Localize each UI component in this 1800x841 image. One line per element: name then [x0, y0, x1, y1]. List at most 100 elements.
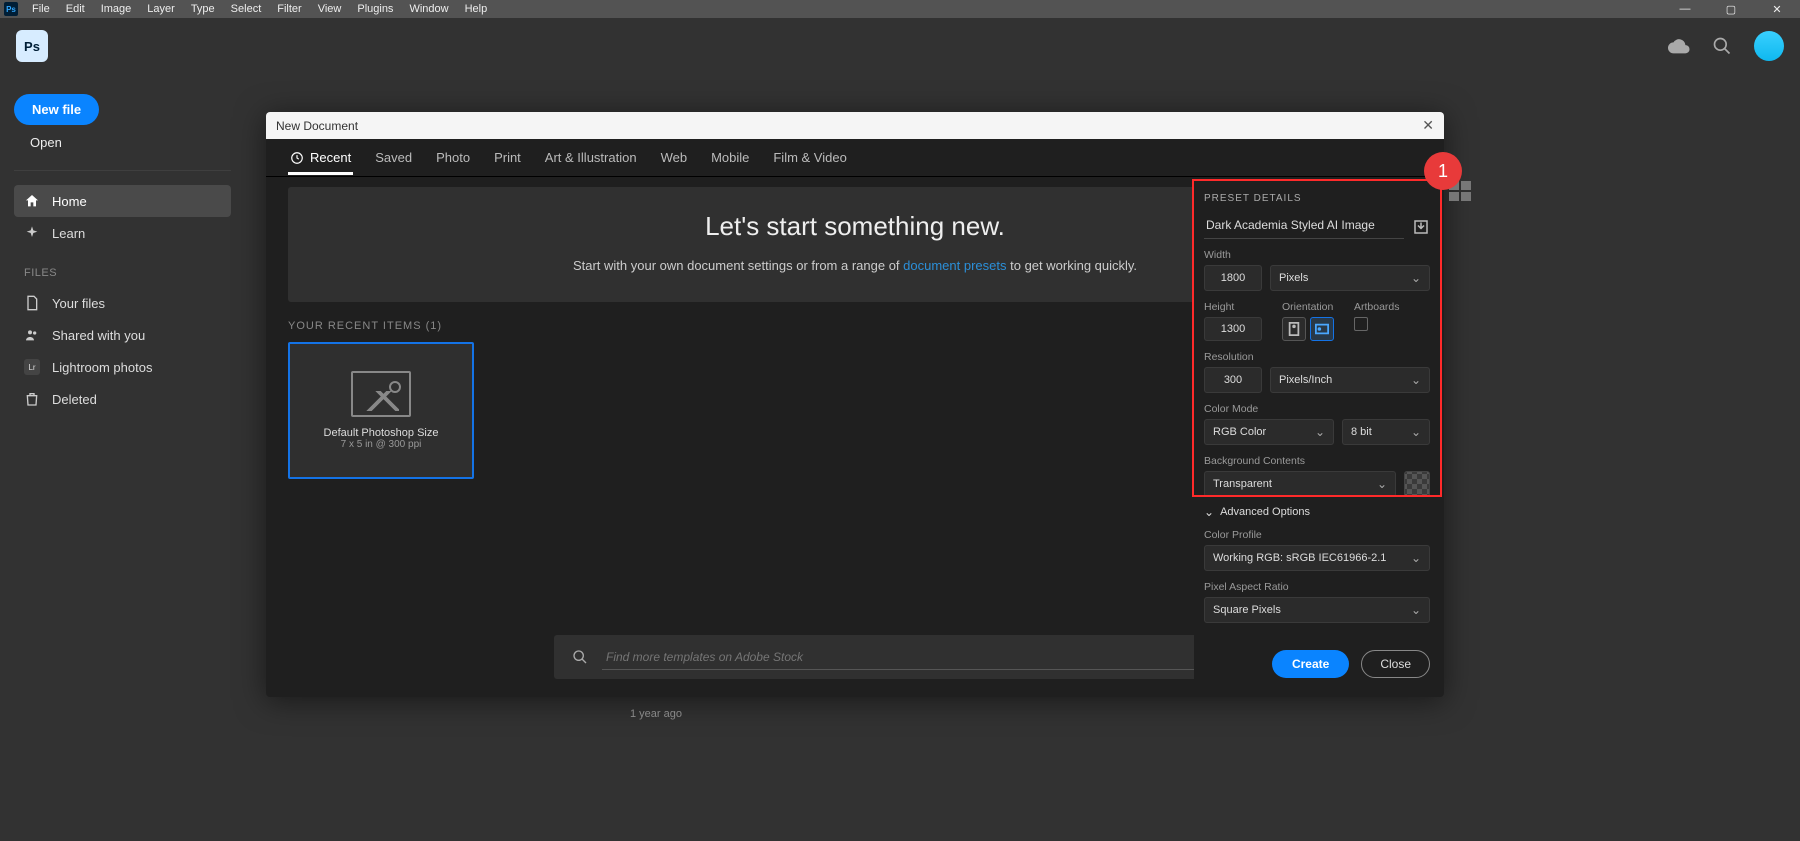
resolution-input[interactable] — [1204, 367, 1262, 393]
chevron-down-icon — [1315, 425, 1325, 439]
nav-lightroom[interactable]: Lr Lightroom photos — [14, 351, 231, 383]
colormode-label: Color Mode — [1204, 403, 1430, 415]
tab-film[interactable]: Film & Video — [771, 140, 848, 175]
nav-deleted[interactable]: Deleted — [14, 383, 231, 415]
window-close-icon[interactable]: ✕ — [1754, 3, 1800, 16]
tab-art[interactable]: Art & Illustration — [543, 140, 639, 175]
nav-your-files-label: Your files — [52, 296, 105, 311]
advanced-options-label: Advanced Options — [1220, 506, 1310, 518]
dialog-close-icon[interactable]: ✕ — [1422, 117, 1434, 134]
recent-item-default[interactable]: Default Photoshop Size 7 x 5 in @ 300 pp… — [288, 342, 474, 479]
menu-select[interactable]: Select — [223, 3, 270, 15]
chevron-down-icon — [1411, 373, 1421, 387]
left-nav: New file Open Home Learn FILES Your file… — [0, 74, 245, 415]
tab-recent[interactable]: Recent — [288, 140, 353, 175]
dialog-title: New Document — [276, 119, 358, 133]
artboards-label: Artboards — [1354, 301, 1400, 313]
menu-plugins[interactable]: Plugins — [349, 3, 401, 15]
nav-home[interactable]: Home — [14, 185, 231, 217]
height-input[interactable] — [1204, 317, 1262, 341]
color-profile-label: Color Profile — [1204, 529, 1430, 541]
orientation-label: Orientation — [1282, 301, 1334, 313]
bitdepth-select[interactable]: 8 bit — [1342, 419, 1430, 445]
width-unit-select[interactable]: Pixels — [1270, 265, 1430, 291]
menu-filter[interactable]: Filter — [269, 3, 309, 15]
width-unit-value: Pixels — [1279, 272, 1308, 284]
open-button[interactable]: Open — [14, 125, 78, 160]
tab-saved[interactable]: Saved — [373, 140, 414, 175]
preset-name-input[interactable] — [1204, 214, 1404, 239]
nav-shared[interactable]: Shared with you — [14, 319, 231, 351]
window-maximize-icon[interactable]: ▢ — [1708, 3, 1754, 16]
ps-logo-icon: Ps — [16, 30, 48, 62]
tab-print[interactable]: Print — [492, 140, 523, 175]
window-minimize-icon[interactable]: — — [1662, 3, 1708, 16]
color-profile-select[interactable]: Working RGB: sRGB IEC61966-2.1 — [1204, 545, 1430, 571]
cloud-icon[interactable] — [1668, 38, 1690, 54]
menu-edit[interactable]: Edit — [58, 3, 93, 15]
timestamp: 1 year ago — [630, 708, 682, 720]
tab-mobile[interactable]: Mobile — [709, 140, 751, 175]
resolution-unit-select[interactable]: Pixels/Inch — [1270, 367, 1430, 393]
bg-value: Transparent — [1213, 478, 1272, 490]
chevron-down-icon — [1411, 551, 1421, 565]
trash-icon — [24, 391, 40, 407]
menubar: Ps File Edit Image Layer Type Select Fil… — [0, 0, 1800, 18]
aspect-label: Pixel Aspect Ratio — [1204, 581, 1430, 593]
bg-label: Background Contents — [1204, 455, 1430, 467]
aspect-select[interactable]: Square Pixels — [1204, 597, 1430, 623]
search-icon[interactable] — [1712, 36, 1732, 56]
ps-badge-icon: Ps — [4, 2, 18, 16]
search-icon — [572, 649, 588, 665]
menu-help[interactable]: Help — [457, 3, 496, 15]
width-input[interactable] — [1204, 265, 1262, 291]
avatar[interactable] — [1754, 31, 1784, 61]
save-preset-icon[interactable] — [1412, 218, 1430, 236]
nav-lightroom-label: Lightroom photos — [52, 360, 152, 375]
menu-window[interactable]: Window — [401, 3, 456, 15]
preset-details-panel: PRESET DETAILS Width Pixels Height Orien… — [1194, 181, 1440, 694]
menu-file[interactable]: File — [24, 3, 58, 15]
menu-type[interactable]: Type — [183, 3, 223, 15]
bg-swatch[interactable] — [1404, 471, 1430, 497]
sparkle-icon — [24, 225, 40, 241]
chevron-down-icon — [1411, 425, 1421, 439]
tab-photo[interactable]: Photo — [434, 140, 472, 175]
menu-layer[interactable]: Layer — [139, 3, 183, 15]
hero-text-1: Start with your own document settings or… — [573, 258, 903, 273]
nav-deleted-label: Deleted — [52, 392, 97, 407]
portrait-icon — [1288, 322, 1300, 336]
tab-recent-label: Recent — [310, 150, 351, 165]
file-icon — [24, 295, 40, 311]
artboards-checkbox[interactable] — [1354, 317, 1368, 331]
width-label: Width — [1204, 249, 1430, 261]
create-button[interactable]: Create — [1272, 650, 1349, 678]
lightroom-icon: Lr — [24, 359, 40, 375]
topbar: Ps — [0, 18, 1800, 74]
home-icon — [24, 193, 40, 209]
advanced-options-toggle[interactable]: Advanced Options — [1204, 505, 1430, 519]
landscape-icon — [1315, 323, 1329, 335]
close-button[interactable]: Close — [1361, 650, 1430, 678]
new-file-button[interactable]: New file — [14, 94, 99, 125]
document-presets-link[interactable]: document presets — [903, 258, 1006, 273]
divider — [14, 170, 231, 171]
files-section-label: FILES — [24, 267, 231, 279]
height-label: Height — [1204, 301, 1262, 313]
nav-your-files[interactable]: Your files — [14, 287, 231, 319]
chevron-down-icon — [1411, 271, 1421, 285]
preset-header: PRESET DETAILS — [1204, 193, 1430, 204]
recent-item-sub: 7 x 5 in @ 300 ppi — [324, 439, 439, 450]
menu-image[interactable]: Image — [93, 3, 140, 15]
orientation-landscape-button[interactable] — [1310, 317, 1334, 341]
aspect-value: Square Pixels — [1213, 604, 1281, 616]
colormode-select[interactable]: RGB Color — [1204, 419, 1334, 445]
nav-shared-label: Shared with you — [52, 328, 145, 343]
bg-select[interactable]: Transparent — [1204, 471, 1396, 497]
nav-learn[interactable]: Learn — [14, 217, 231, 249]
recent-item-title: Default Photoshop Size — [324, 427, 439, 439]
menu-view[interactable]: View — [310, 3, 350, 15]
recent-count: (1) — [426, 320, 442, 332]
orientation-portrait-button[interactable] — [1282, 317, 1306, 341]
tab-web[interactable]: Web — [659, 140, 690, 175]
